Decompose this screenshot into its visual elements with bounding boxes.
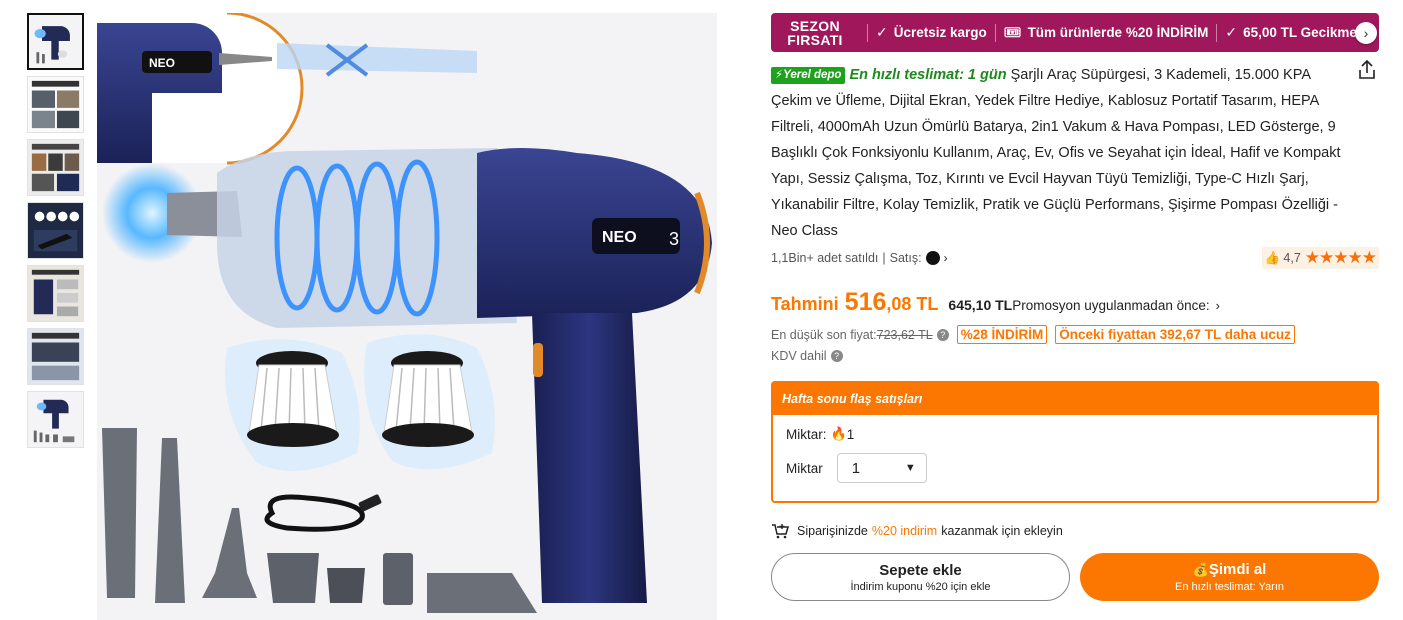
share-icon[interactable] [1355,58,1379,82]
promo-free-shipping: ✓ Ücretsiz kargo [876,24,987,41]
quantity-row: Miktar 1 ▼ [773,453,1377,483]
product-title: ⚡Yerel depo En hızlı teslimat: 1 gün Şar… [771,62,1341,244]
price-note: Promosyon uygulanmadan önce: [1012,298,1210,313]
promo-discount-text: Tüm ürünlerde %20 İNDİRİM [1027,25,1209,40]
device-brand-text: NEO [602,229,637,246]
quantity-select[interactable]: 1 ▼ [836,453,927,483]
price-row: Tahmini 516 ,08 TL 645,10 TL Promosyon u… [771,288,1379,317]
sold-count: 1,1Bin+ adet satıldı [771,251,879,265]
thumbnail-4[interactable] [27,202,84,259]
price-label: Tahmini [771,294,839,314]
divider [867,23,868,42]
cart-note-suffix: kazanmak için ekleyin [941,524,1063,538]
lowest-price-row: En düşük son fiyat: 723,62 TL ? %28 İNDİ… [771,325,1379,344]
help-icon[interactable]: ? [936,328,949,341]
rating-stars: ★★★★★ [1304,248,1377,267]
flame-icon: 🔥 [830,426,847,441]
stock-value: 1 [846,426,855,442]
buy-now-button[interactable]: 💰Şimdi al En hızlı teslimat: Yarın [1080,553,1379,601]
chevron-down-icon: ▼ [904,462,916,474]
action-buttons: Sepete ekle İndirim kuponu %20 için ekle… [771,553,1379,601]
thumbnail-list [27,13,84,454]
vat-row: KDV dahil ? [771,349,1379,363]
lowest-price-value: 723,62 TL [876,327,933,342]
vat-text: KDV dahil [771,349,827,363]
product-main-image[interactable]: NEO NEO 3 [97,13,717,620]
title-section: ⚡Yerel depo En hızlı teslimat: 1 gün Şar… [771,59,1379,244]
price-main: 516 [844,288,887,316]
discount-tag: %28 İNDİRİM [956,325,1048,344]
thumbnail-6[interactable] [27,328,84,385]
promo-delay-credit: ✓ 65,00 TL Gecikme k [1225,24,1368,41]
add-to-cart-sub: İndirim kuponu %20 için ekle [850,580,991,593]
promo-banner[interactable]: SEZON FIRSATI ✓ Ücretsiz kargo 🎟 Tüm ürü… [771,13,1379,52]
help-icon[interactable]: ? [830,350,843,362]
vacuum-illustration: NEO NEO 3 [97,13,717,620]
fast-delivery-text: En hızlı teslimat: 1 gün [849,67,1007,83]
local-warehouse-badge: ⚡Yerel depo [771,67,846,84]
thumbs-up-icon: 👍 [1264,250,1281,265]
check-icon: ✓ [1225,24,1238,40]
quantity-value: 1 [851,459,861,477]
season-line-1: SEZON [790,17,840,34]
separator: | [882,251,886,265]
thumbnail-7[interactable] [27,391,84,448]
rating-value: 4,7 [1283,251,1301,265]
original-price: 645,10 TL [948,297,1013,313]
divider [1216,23,1218,42]
buy-now-sub: En hızlı teslimat: Yarın [1174,581,1285,593]
sales-row: 1,1Bin+ adet satıldı | Satış: › 👍 4,7 ★★… [771,246,1379,270]
stock-row: Miktar: 🔥 1 [773,415,1377,453]
lowest-price-label: En düşük son fiyat: [771,327,877,342]
device-mode-value: 3 [669,229,679,249]
buy-now-text: Şimdi al [1208,561,1267,578]
chevron-right-icon[interactable]: › [1216,298,1220,313]
flash-sale-box: Hafta sonu flaş satışları Miktar: 🔥 1 Mi… [771,381,1379,503]
quantity-label: Miktar [786,460,823,476]
seller-label: Satış: [889,251,922,265]
add-to-cart-label: Sepete ekle [879,561,962,579]
product-info: SEZON FIRSATI ✓ Ücretsiz kargo 🎟 Tüm ürü… [771,13,1379,601]
price-decimals: ,08 TL [886,294,939,314]
seller-avatar[interactable] [925,251,940,265]
cart-plus-icon [772,524,789,539]
coin-icon: 💰 [1192,562,1209,577]
season-line-2: FIRSATI [787,31,843,48]
cart-note-prefix: Siparişinizde [797,524,868,538]
divider [994,23,996,42]
season-badge: SEZON FIRSATI [771,19,859,47]
add-to-cart-button[interactable]: Sepete ekle İndirim kuponu %20 için ekle [771,553,1070,601]
rating-badge[interactable]: 👍 4,7 ★★★★★ [1261,247,1379,269]
flash-sale-header: Hafta sonu flaş satışları [773,383,1377,415]
thumbnail-1[interactable] [27,13,84,70]
inset-brand-text: NEO [149,56,175,70]
check-icon: ✓ [876,24,888,40]
cart-note-highlight: %20 indirim [871,524,938,538]
thumbnail-3[interactable] [27,139,84,196]
thumbnail-5[interactable] [27,265,84,322]
compare-tag: Önceki fiyattan 392,67 TL daha ucuz [1055,325,1295,344]
stock-label: Miktar: [786,426,827,442]
buy-now-label: 💰Şimdi al [1193,561,1267,578]
product-title-text: Şarjlı Araç Süpürgesi, 3 Kademeli, 15.00… [771,67,1341,239]
cart-promo-note: Siparişinizde %20 indirim kazanmak için … [771,523,1379,539]
thumbnail-2[interactable] [27,76,84,133]
promo-discount: 🎟 Tüm ürünlerde %20 İNDİRİM [1004,24,1209,41]
ticket-icon: 🎟 [1003,24,1022,40]
chevron-right-icon[interactable]: › [944,251,948,265]
promo-delay-credit-text: 65,00 TL Gecikme k [1243,25,1369,40]
chevron-right-icon[interactable]: › [1355,22,1377,44]
promo-free-shipping-text: Ücretsiz kargo [893,25,987,40]
